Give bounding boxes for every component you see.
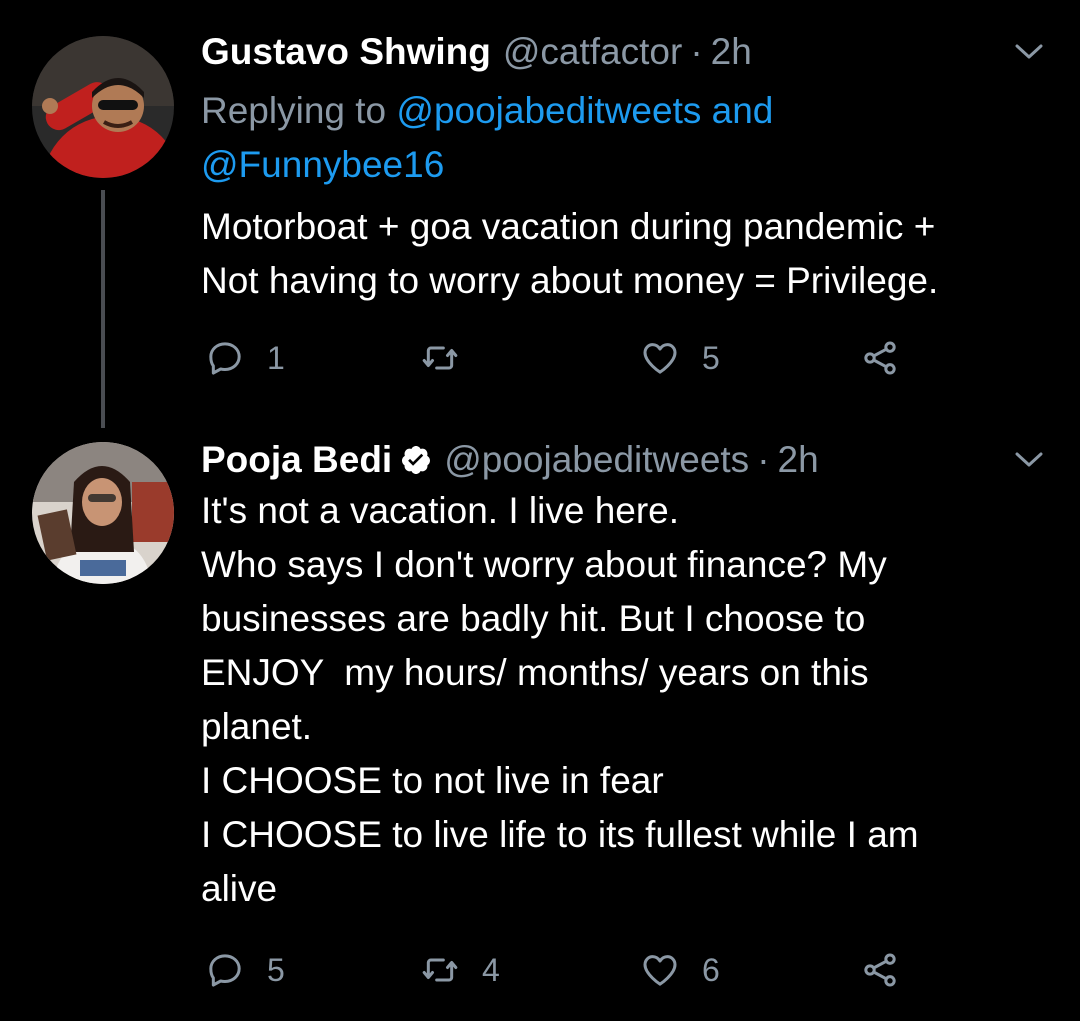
mention-link[interactable]: @Funnybee16: [201, 144, 444, 185]
retweet-icon: [422, 958, 458, 982]
author-name[interactable]: Gustavo Shwing: [201, 30, 491, 74]
retweet-button[interactable]: [420, 338, 482, 378]
reply-count: 1: [267, 339, 285, 376]
retweet-icon: [422, 346, 458, 370]
mention-link[interactable]: @poojabeditweets and: [396, 90, 773, 131]
avatar-pooja[interactable]: [32, 442, 174, 584]
author-handle[interactable]: @catfactor: [503, 30, 682, 74]
separator: ·: [690, 31, 703, 72]
like-button[interactable]: 6: [640, 950, 720, 990]
like-count: 6: [702, 951, 720, 988]
like-icon: [643, 343, 677, 374]
tweet-gustavo[interactable]: Gustavo Shwing @catfactor · 2h Replying …: [0, 0, 1080, 428]
reply-count: 5: [267, 951, 285, 988]
tweet-header: Gustavo Shwing @catfactor · 2h: [201, 30, 1040, 74]
verified-badge-icon: [402, 446, 431, 474]
separator: ·: [757, 439, 770, 480]
tweet-header: Pooja Bedi @poojabeditweets · 2h: [201, 438, 1040, 482]
share-icon: [864, 953, 896, 987]
like-button[interactable]: 5: [640, 338, 720, 378]
author-handle[interactable]: @poojabeditweets: [444, 438, 749, 482]
like-count: 5: [702, 339, 720, 376]
share-button[interactable]: [860, 338, 900, 378]
replying-prefix: Replying to: [201, 90, 387, 131]
thread-connector-line: [101, 190, 105, 428]
author-name[interactable]: Pooja Bedi: [201, 438, 392, 482]
chevron-down-icon[interactable]: [1014, 450, 1044, 470]
tweet-actions: 1 5: [0, 338, 1080, 378]
reply-icon: [209, 342, 241, 375]
share-button[interactable]: [860, 950, 900, 990]
tweet-actions: 5 4 6: [0, 950, 1080, 990]
tweet-pooja[interactable]: Pooja Bedi @poojabeditweets · 2h It's no…: [0, 420, 1080, 1021]
reply-button[interactable]: 5: [205, 950, 285, 990]
like-icon: [643, 955, 677, 986]
retweet-count: 4: [482, 951, 500, 988]
tweet-text: It's not a vacation. I live here. Who sa…: [201, 490, 919, 909]
tweet-text: Motorboat + goa vacation during pandemic…: [201, 206, 939, 301]
reply-icon: [209, 954, 241, 987]
timestamp[interactable]: 2h: [778, 438, 819, 482]
share-icon: [864, 341, 896, 375]
timestamp[interactable]: 2h: [711, 30, 752, 74]
replying-to: Replying to @poojabeditweets and @Funnyb…: [201, 84, 1040, 192]
chevron-down-icon[interactable]: [1014, 42, 1044, 62]
retweet-button[interactable]: 4: [420, 950, 500, 990]
avatar-gustavo[interactable]: [32, 36, 174, 178]
reply-button[interactable]: 1: [205, 338, 285, 378]
